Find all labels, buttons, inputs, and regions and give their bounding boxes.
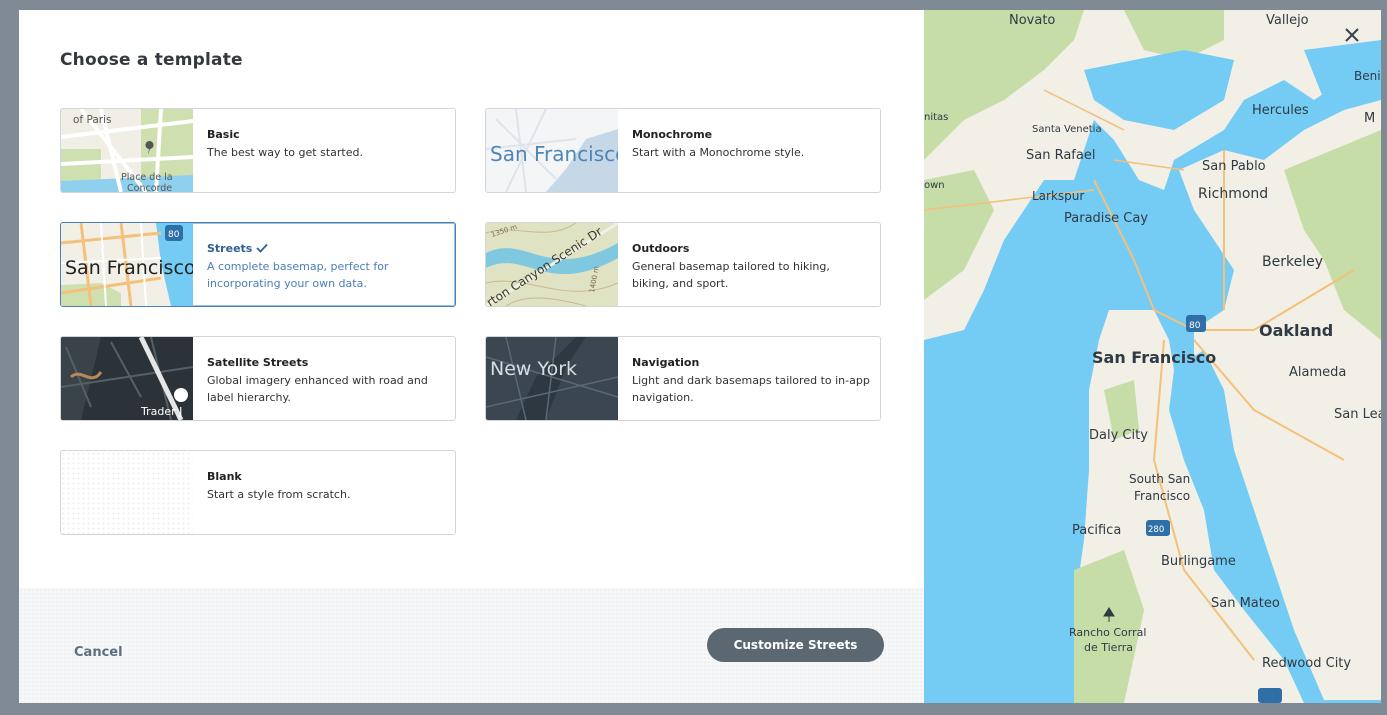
monochrome-thumbnail: San Francisco <box>486 109 618 192</box>
template-card-navigation[interactable]: New York Navigation Light and dark basem… <box>485 336 881 421</box>
map-label: South San <box>1129 472 1190 486</box>
basic-thumb-label: Place de la <box>121 172 173 183</box>
interstate-80-shield: 80 <box>1189 321 1201 331</box>
template-name: Monochrome <box>632 128 713 141</box>
template-description: The best way to get started. <box>207 146 363 159</box>
template-description: A complete basemap, perfect for incorpor… <box>207 260 389 290</box>
basic-thumb-label: Concorde <box>127 183 172 192</box>
map-label: nitas <box>924 112 948 123</box>
map-label: Daly City <box>1089 428 1148 443</box>
satellite-streets-thumbnail: Trader J <box>61 337 193 420</box>
navigation-thumbnail: New York <box>486 337 618 420</box>
map-label: M <box>1364 111 1375 126</box>
check-icon <box>256 243 269 253</box>
template-name: Streets <box>207 242 253 255</box>
map-label: Francisco <box>1134 489 1190 503</box>
outdoors-thumbnail: 1350 m 1400 m rton Canyon Scenic Dr <box>486 223 618 306</box>
satellite-thumb-label: Trader J <box>140 405 182 418</box>
template-card-monochrome[interactable]: San Francisco Monochrome Start with a Mo… <box>485 108 881 193</box>
navigation-thumb-label: New York <box>490 358 577 380</box>
map-label: Hercules <box>1252 103 1309 118</box>
template-name: Navigation <box>632 356 700 369</box>
map-preview: 80 280 Novato Vallejo Beni Hercules M ni… <box>924 10 1381 703</box>
map-preview-canvas: 80 280 Novato Vallejo Beni Hercules M ni… <box>924 10 1381 703</box>
map-label: San Lea <box>1334 407 1381 422</box>
map-label: Novato <box>1009 13 1055 28</box>
map-label: Alameda <box>1289 365 1346 380</box>
template-name: Blank <box>207 470 242 483</box>
dialog-title: Choose a template <box>60 50 243 70</box>
streets-thumb-label: San Francisco <box>65 257 193 279</box>
template-card-outdoors[interactable]: 1350 m 1400 m rton Canyon Scenic Dr Outd… <box>485 222 881 307</box>
map-label: Berkeley <box>1262 254 1323 270</box>
map-label: San Francisco <box>1092 348 1216 367</box>
map-label: Redwood City <box>1262 656 1351 671</box>
map-label: San Pablo <box>1202 159 1266 174</box>
close-button[interactable] <box>1341 24 1363 46</box>
template-description: Global imagery enhanced with road and la… <box>207 374 428 404</box>
map-label: San Rafael <box>1026 148 1095 163</box>
template-description: General basemap tailored to hiking, biki… <box>632 260 830 290</box>
map-label: Vallejo <box>1266 13 1309 28</box>
map-label: Oakland <box>1259 321 1333 340</box>
template-card-streets[interactable]: 80 San Francisco Streets A complete base… <box>60 222 456 307</box>
map-label: Santa Venetia <box>1032 124 1102 135</box>
map-label: Rancho Corral <box>1069 626 1146 639</box>
map-label: own <box>924 180 945 191</box>
dialog-footer: Cancel Customize Streets <box>19 588 924 703</box>
map-label: Beni <box>1354 69 1381 83</box>
choose-template-dialog: Choose a template of Paris Place de la C… <box>19 10 1381 703</box>
template-panel: Choose a template of Paris Place de la C… <box>19 10 924 703</box>
template-description: Light and dark basemaps tailored to in-a… <box>632 374 870 404</box>
template-card-blank[interactable]: Blank Start a style from scratch. <box>60 450 456 535</box>
blank-thumbnail <box>61 451 193 534</box>
map-label: de Tierra <box>1084 641 1133 654</box>
template-name: Satellite Streets <box>207 356 309 369</box>
cancel-button[interactable]: Cancel <box>74 645 123 660</box>
streets-thumbnail: 80 San Francisco <box>61 223 193 306</box>
customize-button[interactable]: Customize Streets <box>707 628 884 662</box>
map-label: Richmond <box>1198 186 1268 202</box>
map-label: Pacifica <box>1072 523 1121 538</box>
template-name: Basic <box>207 128 240 141</box>
template-name: Outdoors <box>632 242 690 255</box>
interstate-280-shield: 280 <box>1148 525 1164 535</box>
map-label: San Mateo <box>1211 596 1280 611</box>
close-icon <box>1345 28 1359 42</box>
map-label: Larkspur <box>1032 189 1084 203</box>
monochrome-thumb-label: San Francisco <box>490 142 618 166</box>
map-label: Paradise Cay <box>1064 211 1148 226</box>
template-description: Start a style from scratch. <box>207 488 351 501</box>
template-description: Start with a Monochrome style. <box>632 146 805 159</box>
map-label: Burlingame <box>1161 554 1236 569</box>
template-card-satellite-streets[interactable]: Trader J Satellite Streets Global imager… <box>60 336 456 421</box>
template-card-basic[interactable]: of Paris Place de la Concorde Basic The … <box>60 108 456 193</box>
basic-thumbnail: of Paris Place de la Concorde <box>61 109 193 192</box>
template-grid: of Paris Place de la Concorde Basic The … <box>60 108 884 540</box>
streets-thumb-shield: 80 <box>168 230 180 240</box>
basic-thumb-label: of Paris <box>73 114 111 126</box>
